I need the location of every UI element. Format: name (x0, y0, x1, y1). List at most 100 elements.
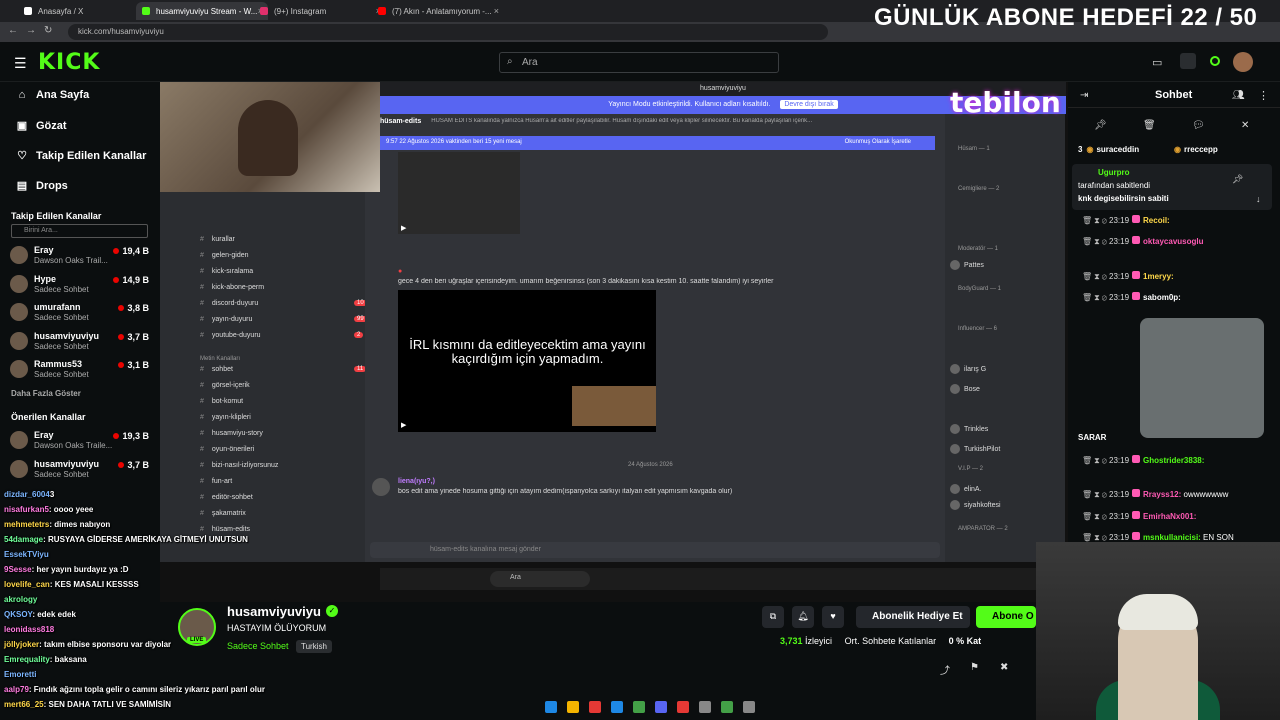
channel-item[interactable]: # youtube-duyuru 2 (200, 332, 364, 339)
sidebar-channel[interactable]: Rammus53 Sadece Sohbet 3,1 B (10, 357, 155, 381)
browser-tab[interactable]: (9+) Instagram× (254, 2, 386, 20)
member-item[interactable]: Trinkles (950, 424, 988, 434)
taskbar-search[interactable]: Ara (490, 571, 590, 587)
mod-icons[interactable]: 🗑︎⧗⊘ (1082, 216, 1109, 225)
chat-username[interactable]: 1meryy: (1143, 272, 1174, 281)
channel-item[interactable]: # yayın-klipleri (200, 414, 355, 421)
discord-message-input[interactable]: hüsam-edits kanalına mesaj gönder (370, 542, 940, 558)
heart-icon[interactable]: ♥ (822, 606, 844, 628)
pin-icon[interactable]: 📌︎ (1232, 174, 1243, 185)
disable-streamer-mode-button[interactable]: Devre dışı bırak (780, 100, 838, 109)
browser-tab[interactable]: Anasayfa / X× (18, 2, 150, 20)
clip-icon[interactable]: ⧉ (762, 606, 784, 628)
channel-item[interactable]: # kurallar (200, 236, 355, 243)
collapse-chat-icon[interactable]: ⇥ (1080, 90, 1088, 101)
mod-icons[interactable]: 🗑︎⧗⊘ (1082, 272, 1109, 281)
taskbar-app-icon[interactable] (677, 701, 689, 713)
sidebar-nav-gözat[interactable]: ▣ Gözat (14, 119, 67, 132)
sidebar-channel[interactable]: umurafann Sadece Sohbet 3,8 B (10, 300, 155, 324)
user-avatar[interactable] (1233, 52, 1253, 72)
close-icon[interactable]: ✕ (1241, 120, 1249, 131)
chat-username[interactable]: oktaycavusoglu (1143, 237, 1203, 246)
pin-icon[interactable]: 📌︎ (1094, 120, 1107, 131)
share-icon[interactable]: ⤴ (940, 662, 950, 677)
member-item[interactable]: siyahkoftesi (950, 500, 1001, 510)
channel-item[interactable]: # oyun-önerileri (200, 446, 355, 453)
channel-item[interactable]: # gelen-giden (200, 252, 355, 259)
mod-icons[interactable]: 🗑︎⧗⊘ (1082, 237, 1109, 246)
url-bar[interactable]: kick.com/husamviyuviyu (68, 24, 828, 40)
sidebar-channel[interactable]: Eray Dawson Oaks Traile... 19,3 B (10, 428, 155, 452)
channel-item[interactable]: # sohbet 11 (200, 366, 367, 373)
channel-item[interactable]: # bizi-nasıl-izliyorsunuz (200, 462, 355, 469)
chat-username[interactable]: Rrayss12: (1143, 490, 1181, 499)
mod-icons[interactable]: 🗑︎⧗⊘ (1082, 490, 1109, 499)
browser-tab[interactable]: husamviyuviyu Stream - W...× (136, 2, 268, 20)
channel-item[interactable]: # yayın-duyuru 99 (200, 316, 367, 323)
menu-icon[interactable]: ☰ (14, 55, 27, 72)
sidebar-channel[interactable]: husamviyuviyu Sadece Sohbet 3,7 B (10, 329, 155, 353)
gift-sub-button[interactable]: Abonelik Hediye Et (856, 606, 970, 628)
chat-username[interactable]: sabom0p: (1143, 293, 1181, 302)
mark-read-button[interactable]: Okunmuş Olarak İşaretle (845, 139, 911, 145)
trash-icon[interactable]: 🗑︎ (1143, 120, 1156, 131)
sidebar-channel[interactable]: husamviyuviyu Sadece Sohbet 3,7 B (10, 457, 155, 481)
more-icon[interactable]: ⋮ (1258, 89, 1269, 102)
chat-username[interactable]: Recoil: (1143, 216, 1170, 225)
sidebar-nav-drops[interactable]: ▤ Drops (14, 179, 68, 192)
channel-search-input[interactable]: Birini Ara... (11, 224, 148, 238)
chat-username[interactable]: EmirhaNx001: (1143, 512, 1196, 521)
channel-item[interactable]: # kick-abone-perm (200, 284, 355, 291)
play-icon[interactable]: ▶ (401, 421, 406, 429)
play-icon[interactable]: ▶ (401, 224, 406, 232)
video-attachment[interactable] (398, 152, 520, 234)
mod-icons[interactable]: 🗑︎⧗⊘ (1082, 533, 1109, 542)
reload-icon[interactable]: ↻ (44, 25, 52, 36)
channel-item[interactable]: # kick-sıralama (200, 268, 355, 275)
member-item[interactable]: elinA. (950, 484, 982, 494)
new-messages-bar[interactable]: 9:57 22 Ağustos 2026 vaktinden beri 15 y… (380, 136, 935, 150)
taskbar-app-icon[interactable] (633, 701, 645, 713)
member-item[interactable]: Bose (950, 384, 980, 394)
taskbar-app-icon[interactable] (721, 701, 733, 713)
member-item[interactable]: Pattes (950, 260, 984, 270)
pinned-user[interactable]: Ugurpro (1098, 168, 1130, 177)
top-gifter[interactable]: 3 ◉ suraceddin (1078, 145, 1139, 154)
sidebar-channel[interactable]: Eray Dawson Oaks Trail... 19,4 B (10, 243, 155, 267)
bell-icon[interactable]: 🔔︎ (792, 606, 814, 628)
channel-item[interactable]: # bot-komut (200, 398, 355, 405)
sidebar-nav-ana-sayfa[interactable]: ⌂ Ana Sayfa (14, 89, 90, 101)
chat-bubble-icon[interactable]: 💬︎ (1192, 120, 1205, 131)
forward-icon[interactable]: → (26, 25, 36, 36)
taskbar-app-icon[interactable] (567, 701, 579, 713)
subscribe-button[interactable]: Abone O (976, 606, 1036, 628)
report-icon[interactable]: ⚑ (970, 662, 979, 673)
layout-icon[interactable] (1180, 53, 1196, 69)
channel-item[interactable]: # fun-art (200, 478, 355, 485)
taskbar-app-icon[interactable] (611, 701, 623, 713)
taskbar-app-icon[interactable] (743, 701, 755, 713)
sidebar-channel[interactable]: Hype Sadece Sohbet 14,9 B (10, 272, 155, 296)
users-icon[interactable]: 👥︎ (1232, 90, 1245, 101)
top-gifter[interactable]: ◉ rreccepp (1170, 145, 1218, 154)
theater-icon[interactable]: ▭ (1152, 56, 1162, 69)
browser-tab[interactable]: (7) Akın - Anlatamıyorum -... × (372, 2, 504, 20)
chat-username[interactable]: msnkullanicisi: (1143, 533, 1201, 542)
close-tab-icon[interactable]: × (494, 6, 499, 16)
taskbar-app-icon[interactable] (545, 701, 557, 713)
show-more-link[interactable]: Daha Fazla Göster (11, 389, 81, 398)
mute-icon[interactable]: ✖ (1000, 662, 1008, 673)
channel-item[interactable]: # discord-duyuru 10 (200, 300, 367, 307)
kick-logo[interactable]: KICK (38, 50, 100, 75)
member-item[interactable]: ilarış G (950, 364, 986, 374)
channel-item[interactable]: # husamviyu-story (200, 430, 355, 437)
channel-item[interactable]: # görsel-içerik (200, 382, 355, 389)
back-icon[interactable]: ← (8, 25, 18, 36)
taskbar-app-icon[interactable] (589, 701, 601, 713)
mod-icons[interactable]: 🗑︎⧗⊘ (1082, 512, 1109, 521)
taskbar-app-icon[interactable] (655, 701, 667, 713)
chevron-down-icon[interactable]: ↓ (1256, 194, 1261, 204)
taskbar-app-icon[interactable] (699, 701, 711, 713)
sidebar-nav-takip-edilen-kanallar[interactable]: ♡ Takip Edilen Kanallar (14, 149, 146, 162)
member-item[interactable]: TurkishPilot (950, 444, 1000, 454)
